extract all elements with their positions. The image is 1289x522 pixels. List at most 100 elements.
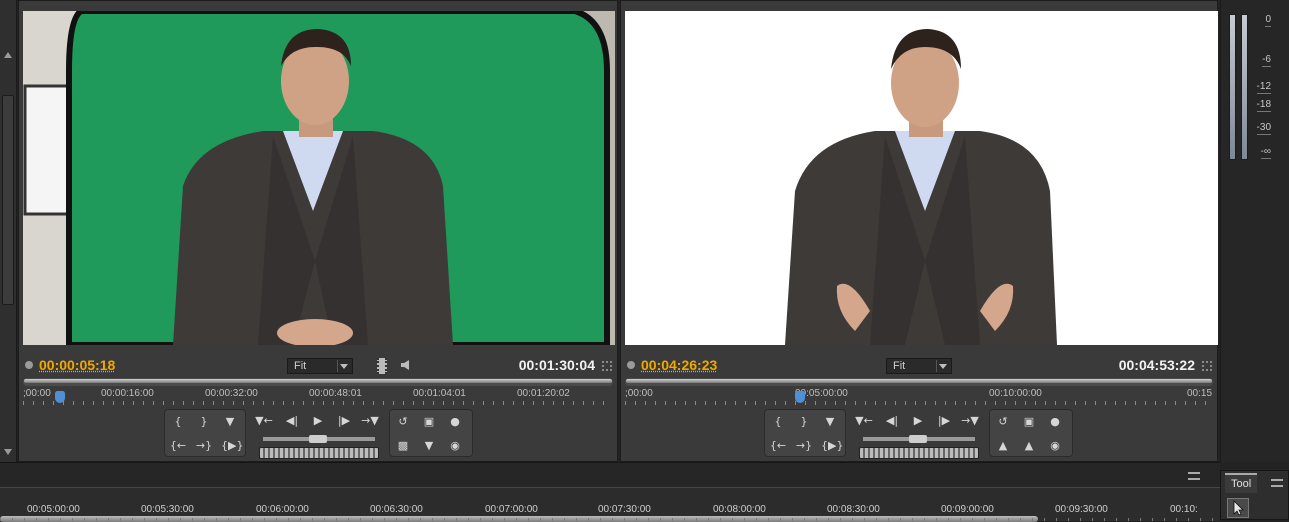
go-to-in-button[interactable]: {←: [169, 438, 187, 454]
jog-wheel[interactable]: [859, 447, 979, 459]
loop-button[interactable]: ↺: [394, 414, 412, 430]
marker-group: { } ▼ {← →} {▶}: [764, 409, 846, 457]
source-transport-controls: { } ▼ {← →} {▶} ▼← ◀| ▶ |▶ →▼ ↺ ▣ ● ▩ ▼ …: [19, 407, 617, 461]
go-to-out-button[interactable]: →}: [795, 438, 813, 454]
jog-wheel[interactable]: [259, 447, 379, 459]
panel-menu-icon[interactable]: [1202, 361, 1212, 371]
panel-menu-icon[interactable]: [1271, 479, 1283, 487]
timecode-options-icon[interactable]: [627, 361, 635, 369]
program-current-timecode[interactable]: 00:04:26:23: [641, 357, 717, 373]
panel-menu-icon[interactable]: [602, 361, 612, 371]
edit-group: ↺ ▣ ● ▩ ▼ ◉: [389, 409, 473, 457]
safe-margins-button[interactable]: ▣: [1020, 414, 1038, 430]
shuttle-knob[interactable]: [909, 435, 927, 443]
edit-group: ↺ ▣ ● ▲ ▲ ◉: [989, 409, 1073, 457]
mark-out-button[interactable]: }: [195, 414, 213, 430]
timeline-ruler-label: 00:06:00:00: [256, 504, 309, 515]
meter-label: -∞: [1261, 147, 1271, 159]
program-playhead[interactable]: [795, 391, 805, 403]
drag-audio-icon[interactable]: [401, 360, 409, 370]
source-zoom-scrollbar[interactable]: [23, 378, 613, 386]
step-back-button[interactable]: ◀|: [283, 413, 301, 429]
audio-meter-right: [1241, 14, 1248, 160]
scrollbar-thumb[interactable]: [2, 95, 14, 305]
program-duration-timecode: 00:04:53:22: [1119, 357, 1195, 373]
project-panel-scrollbar[interactable]: [0, 0, 17, 462]
play-button[interactable]: ▶: [309, 413, 327, 429]
go-to-out-button[interactable]: →}: [195, 438, 213, 454]
ruler-label: 00:15: [1187, 388, 1212, 399]
step-back-button[interactable]: ◀|: [883, 413, 901, 429]
program-zoom-select[interactable]: Fit: [886, 358, 952, 374]
chevron-down-icon: [340, 364, 348, 369]
chevron-down-icon: [939, 364, 947, 369]
source-time-ruler[interactable]: ;00:00 00:00:16:00 00:00:32:00 00:00:48:…: [23, 387, 613, 407]
source-playhead[interactable]: [55, 391, 65, 403]
meter-label: -12: [1257, 82, 1271, 94]
marker-group: { } ▼ {← →} {▶}: [164, 409, 246, 457]
step-to-previous-marker-button[interactable]: ▼←: [255, 413, 273, 429]
drag-video-icon[interactable]: [377, 358, 387, 374]
play-button[interactable]: ▶: [909, 413, 927, 429]
scroll-up-arrow-icon[interactable]: [4, 52, 12, 58]
extract-button[interactable]: ▲: [1020, 438, 1038, 454]
program-zoom-value: Fit: [893, 360, 905, 372]
source-monitor: 00:00:05:18 Fit 00:01:30:04 ;00:00 00:00…: [18, 0, 618, 462]
loop-button[interactable]: ↺: [994, 414, 1012, 430]
ruler-label: 00:01:20:02: [517, 388, 570, 399]
mark-out-button[interactable]: }: [795, 414, 813, 430]
timecode-options-icon[interactable]: [25, 361, 33, 369]
timeline-ruler-label: 00:09:00:00: [941, 504, 994, 515]
timeline-ruler-label: 00:07:30:00: [598, 504, 651, 515]
play-in-to-out-button[interactable]: {▶}: [821, 438, 839, 454]
output-button[interactable]: ●: [1046, 414, 1064, 430]
mark-in-button[interactable]: {: [169, 414, 187, 430]
export-frame-camera-icon[interactable]: ◉: [446, 438, 464, 454]
play-in-to-out-button[interactable]: {▶}: [221, 438, 239, 454]
scroll-down-arrow-icon[interactable]: [4, 449, 12, 455]
ruler-label: 00:01:04:01: [413, 388, 466, 399]
step-to-next-marker-button[interactable]: →▼: [361, 413, 379, 429]
go-to-previous-edit-button[interactable]: ▼←: [855, 413, 873, 429]
meter-label: -30: [1257, 123, 1271, 135]
source-current-timecode[interactable]: 00:00:05:18: [39, 357, 115, 373]
export-frame-camera-icon[interactable]: ◉: [1046, 438, 1064, 454]
ruler-label: ;00:00: [23, 388, 51, 399]
timeline-ruler-label: 00:08:30:00: [827, 504, 880, 515]
go-to-in-button[interactable]: {←: [769, 438, 787, 454]
source-duration-timecode: 00:01:30:04: [519, 357, 595, 373]
panel-menu-icon[interactable]: [1188, 472, 1200, 480]
tools-panel: Tool: [1220, 470, 1289, 520]
mark-in-button[interactable]: {: [769, 414, 787, 430]
lift-button[interactable]: ▲: [994, 438, 1012, 454]
meter-label: -18: [1257, 100, 1271, 112]
source-video-frame: [23, 11, 615, 345]
program-transport-controls: { } ▼ {← →} {▶} ▼← ◀| ▶ |▶ →▼ ↺ ▣ ● ▲ ▲ …: [621, 407, 1217, 461]
safe-margins-button[interactable]: ▣: [420, 414, 438, 430]
ruler-label: ;00:00: [625, 388, 653, 399]
insert-button[interactable]: ▩: [394, 438, 412, 454]
ruler-label: 00:00:32:00: [205, 388, 258, 399]
tab-tools[interactable]: Tool: [1225, 473, 1257, 493]
timeline-panel: 00:05:00:00 00:05:30:00 00:06:00:00 00:0…: [0, 462, 1220, 520]
arrow-cursor-icon: [1228, 499, 1248, 517]
meter-label: -6: [1262, 55, 1271, 67]
set-marker-button[interactable]: ▼: [821, 414, 839, 430]
timeline-ruler-label: 00:09:30:00: [1055, 504, 1108, 515]
program-zoom-scrollbar[interactable]: [625, 378, 1213, 386]
output-button[interactable]: ●: [446, 414, 464, 430]
step-forward-button[interactable]: |▶: [335, 413, 353, 429]
program-video-frame: [625, 11, 1218, 345]
source-zoom-value: Fit: [294, 360, 306, 372]
program-monitor: 00:04:26:23 Fit 00:04:53:22 ;00:00 00:05…: [620, 0, 1218, 462]
shuttle-knob[interactable]: [309, 435, 327, 443]
go-to-next-edit-button[interactable]: →▼: [961, 413, 979, 429]
program-time-ruler[interactable]: ;00:00 00:05:00:00 00:10:00:00 00:15: [625, 387, 1213, 407]
step-forward-button[interactable]: |▶: [935, 413, 953, 429]
set-marker-button[interactable]: ▼: [221, 414, 239, 430]
overwrite-button[interactable]: ▼: [420, 438, 438, 454]
source-zoom-select[interactable]: Fit: [287, 358, 353, 374]
ruler-label: 00:00:16:00: [101, 388, 154, 399]
selection-tool-button[interactable]: [1227, 498, 1249, 518]
green-screen-presenter-image: [23, 11, 615, 345]
